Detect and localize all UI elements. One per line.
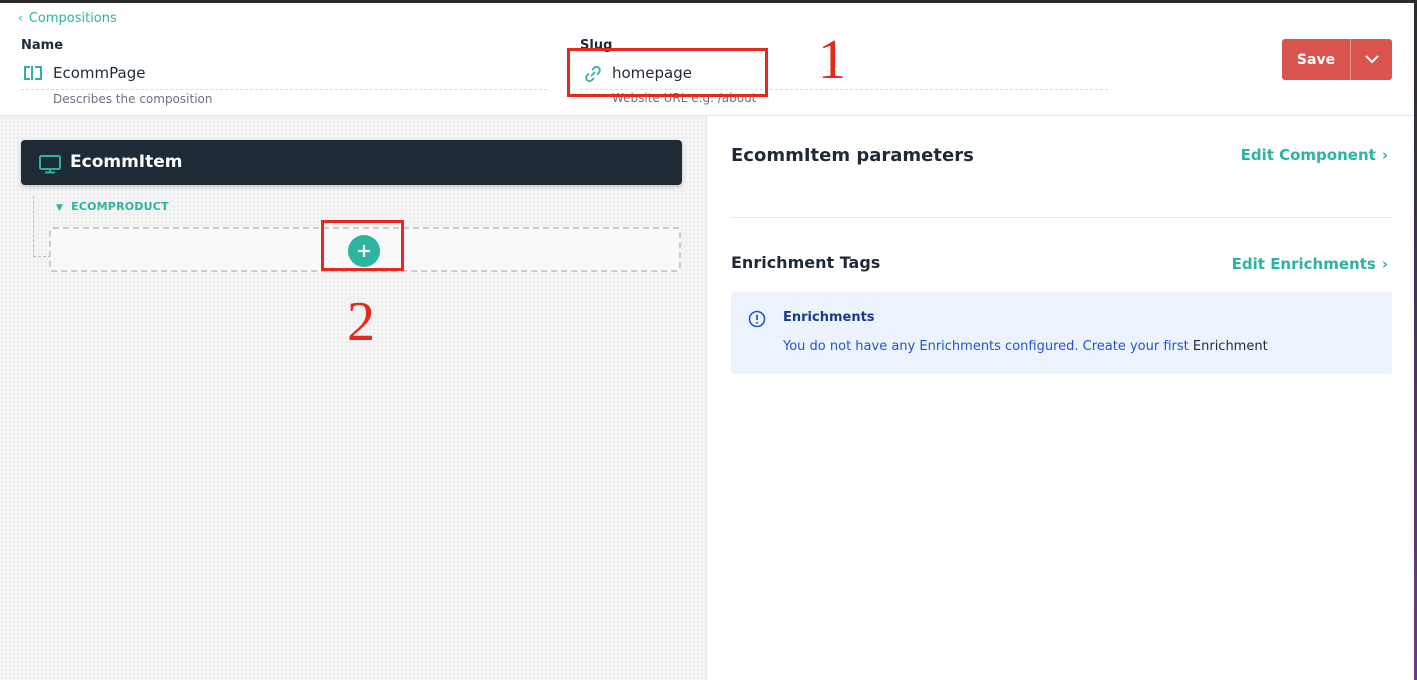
name-field[interactable]: EcommPage: [21, 61, 547, 90]
name-input-value: EcommPage: [53, 64, 146, 82]
enrichments-alert: Enrichments You do not have any Enrichme…: [731, 292, 1392, 374]
alert-message: You do not have any Enrichments configur…: [783, 339, 1268, 354]
edit-component-link[interactable]: Edit Component ›: [1241, 146, 1388, 164]
edit-enrichments-label: Edit Enrichments: [1231, 255, 1376, 273]
back-to-compositions-link[interactable]: ‹ Compositions: [18, 11, 117, 26]
chevron-right-icon: ›: [1381, 255, 1388, 273]
parameters-title: EcommItem parameters: [731, 145, 974, 166]
create-enrichment-link[interactable]: You do not have any Enrichments configur…: [783, 339, 1189, 354]
composition-canvas: EcommItem ▼ ECOMPRODUCT: [0, 116, 707, 680]
component-title: EcommItem: [70, 152, 183, 172]
info-icon: [748, 310, 766, 328]
section-divider: [731, 217, 1392, 218]
chevron-left-icon: ‹: [18, 11, 23, 25]
edit-component-label: Edit Component: [1240, 146, 1376, 164]
slot-toggle[interactable]: ▼ ECOMPRODUCT: [56, 200, 169, 213]
composition-icon: [24, 66, 42, 80]
component-header[interactable]: EcommItem: [21, 140, 682, 185]
alert-message-tail: Enrichment: [1192, 339, 1268, 354]
annotation-number-1: 1: [818, 29, 846, 91]
name-label: Name: [21, 38, 64, 53]
chevron-down-icon: [1364, 55, 1379, 64]
annotation-box-2: [321, 220, 404, 271]
caret-down-icon: ▼: [56, 203, 64, 213]
edit-enrichments-link[interactable]: Edit Enrichments ›: [1232, 255, 1388, 273]
parameters-panel: EcommItem parameters Edit Component › Enr…: [707, 116, 1414, 680]
name-help-text: Describes the composition: [53, 92, 213, 106]
save-options-button[interactable]: [1350, 39, 1392, 80]
annotation-box-1: [567, 48, 768, 97]
enrichment-tags-title: Enrichment Tags: [731, 253, 881, 272]
chevron-right-icon: ›: [1381, 146, 1388, 164]
back-link-label: Compositions: [28, 11, 117, 26]
slot-label: ECOMPRODUCT: [71, 200, 169, 213]
alert-title: Enrichments: [783, 310, 875, 325]
save-button[interactable]: Save: [1282, 39, 1350, 80]
save-button-group: Save: [1282, 39, 1392, 80]
monitor-icon: [39, 155, 61, 174]
annotation-number-2: 2: [347, 291, 375, 353]
